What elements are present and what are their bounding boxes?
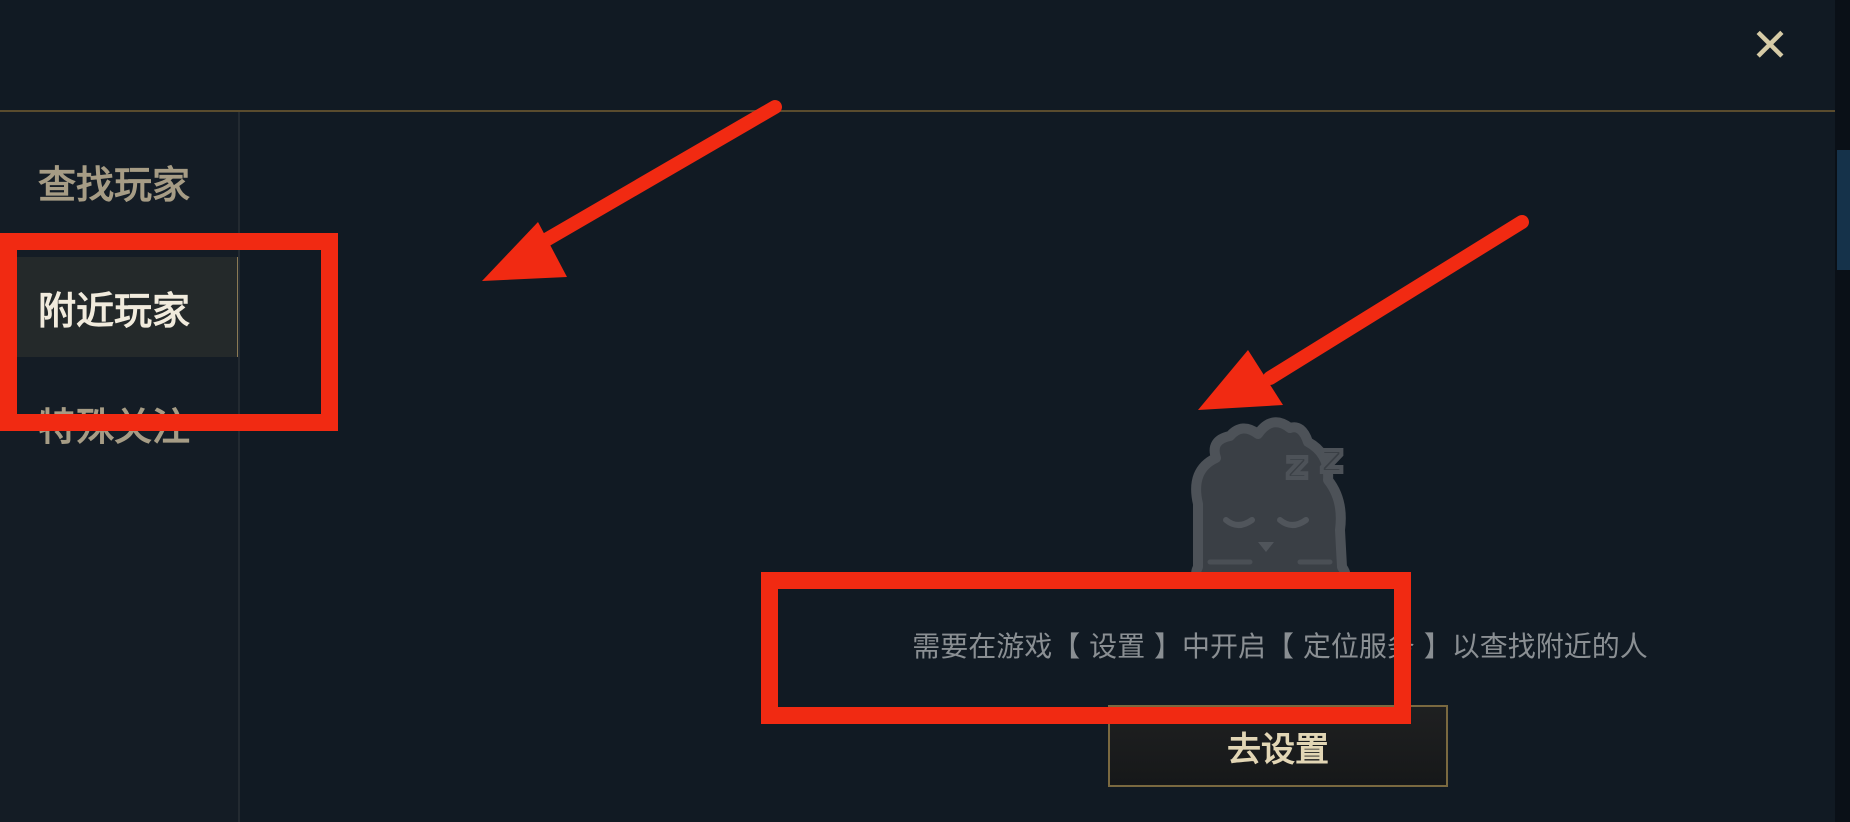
title-bar: [0, 0, 1850, 110]
svg-text:z: z: [1286, 443, 1308, 487]
sidebar-item-label: 查找玩家: [38, 162, 191, 207]
window-edge: [1835, 0, 1850, 822]
close-icon[interactable]: ✕: [1745, 18, 1795, 72]
highlight-box-nearby-players: [0, 233, 338, 431]
edge-glow: [1837, 150, 1850, 270]
sidebar: 查找玩家 附近玩家 特殊关注: [0, 112, 240, 822]
sidebar-item-find-players[interactable]: 查找玩家: [0, 131, 238, 231]
highlight-box-settings-button: [761, 572, 1411, 724]
svg-text:z: z: [1320, 436, 1343, 482]
